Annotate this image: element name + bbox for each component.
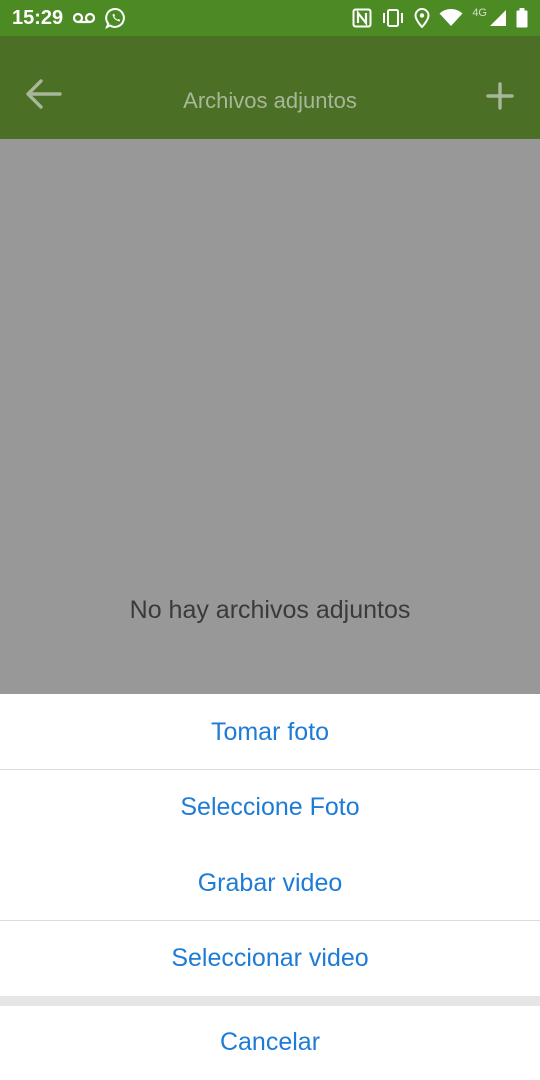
nfc-icon <box>352 8 372 28</box>
add-attachment-button[interactable] <box>484 80 516 112</box>
page-title: Archivos adjuntos <box>183 88 357 113</box>
status-bar-left: 15:29 <box>12 7 127 30</box>
divider <box>0 920 540 921</box>
select-video-option[interactable]: Seleccionar video <box>0 944 540 973</box>
take-photo-option[interactable]: Tomar foto <box>0 718 540 747</box>
attachments-list: No hay archivos adjuntos <box>0 139 540 694</box>
location-icon <box>414 8 430 28</box>
status-time: 15:29 <box>12 6 64 29</box>
wifi-icon <box>439 9 463 27</box>
vibrate-icon <box>381 8 405 28</box>
record-video-option[interactable]: Grabar video <box>0 869 540 898</box>
action-sheet: Tomar foto Seleccione Foto Grabar video … <box>0 694 540 1080</box>
cancel-separator <box>0 996 540 1006</box>
signal-icon <box>489 9 507 27</box>
voicemail-icon <box>73 11 96 25</box>
cancel-button[interactable]: Cancelar <box>0 1028 540 1057</box>
network-type-label: 4G <box>472 7 487 19</box>
plus-icon <box>484 82 516 116</box>
status-bar: 15:29 4G <box>0 0 540 36</box>
status-bar-right: 4G <box>352 7 528 28</box>
whatsapp-icon <box>105 7 127 29</box>
battery-icon <box>516 8 528 28</box>
app-bar: Archivos adjuntos <box>0 36 540 139</box>
divider <box>0 769 540 770</box>
select-photo-option[interactable]: Seleccione Foto <box>0 793 540 822</box>
empty-state-message: No hay archivos adjuntos <box>129 596 411 624</box>
